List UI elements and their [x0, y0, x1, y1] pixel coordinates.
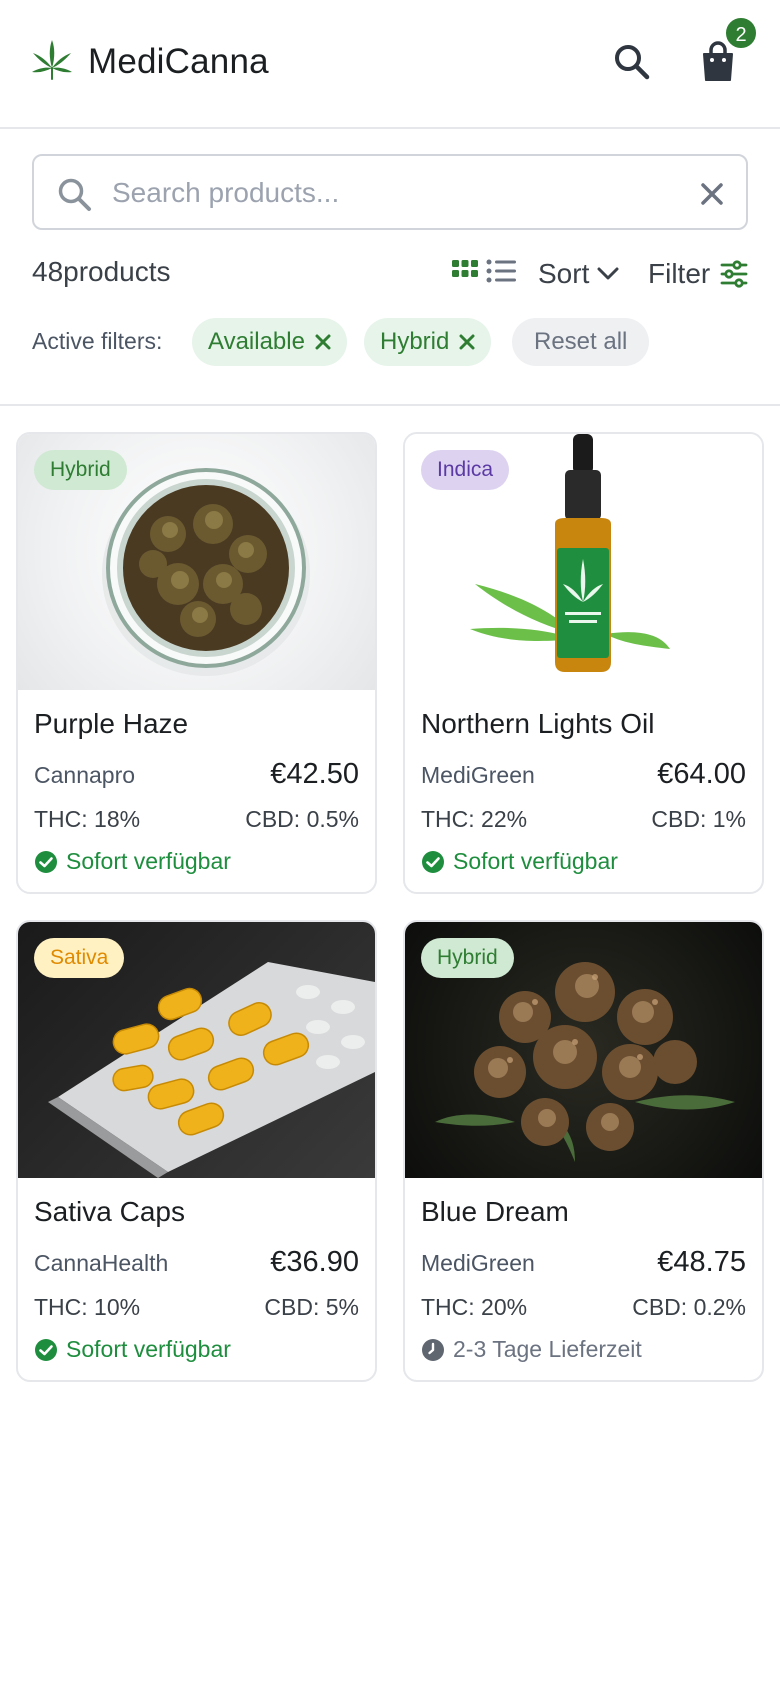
product-card[interactable]: Sativa Sativa Caps CannaHealth €36.90 TH…: [16, 920, 377, 1382]
product-card[interactable]: Indica Northern Lights Oil MediGreen €64…: [403, 432, 764, 894]
product-price: €42.50: [270, 758, 359, 790]
search-input[interactable]: [112, 170, 652, 216]
product-brand: Cannapro: [34, 762, 136, 788]
product-image: Sativa: [18, 922, 375, 1178]
product-image: Hybrid: [18, 434, 375, 690]
chip-label: Available: [208, 328, 305, 355]
thc-value: THC: 10%: [34, 1294, 141, 1320]
sort-button[interactable]: Sort: [538, 256, 619, 292]
chevron-down-icon: [597, 267, 619, 280]
product-card[interactable]: Hybrid Blue Dream MediGreen €48.75 THC: …: [403, 920, 764, 1382]
availability-label: Sofort verfügbar: [66, 848, 231, 874]
thc-value: THC: 20%: [421, 1294, 528, 1320]
check-circle-icon: [35, 1338, 57, 1361]
availability-label: Sofort verfügbar: [66, 1336, 231, 1362]
product-name: Purple Haze: [34, 708, 189, 739]
product-price: €64.00: [657, 758, 746, 790]
active-filters-label: Active filters:: [32, 328, 163, 354]
availability-status: Sofort verfügbar: [34, 1336, 231, 1363]
cbd-value: CBD: 0.5%: [245, 806, 359, 832]
close-icon[interactable]: [698, 180, 726, 208]
chip-label: Hybrid: [380, 328, 450, 355]
filter-chip-available[interactable]: Available: [192, 318, 347, 366]
filter-chip-hybrid[interactable]: Hybrid: [364, 318, 492, 366]
reset-label: Reset all: [534, 328, 628, 355]
cbd-value: CBD: 1%: [651, 806, 746, 832]
reset-all-button[interactable]: Reset all: [512, 318, 650, 366]
cbd-value: CBD: 0.2%: [632, 1294, 746, 1320]
product-name: Sativa Caps: [34, 1196, 185, 1227]
product-image: Indica: [405, 434, 762, 690]
product-name: Northern Lights Oil: [421, 708, 655, 739]
product-price: €48.75: [657, 1246, 746, 1278]
strain-badge: Sativa: [34, 938, 125, 978]
close-icon[interactable]: [315, 334, 331, 350]
product-price: €36.90: [270, 1246, 359, 1278]
product-brand: MediGreen: [421, 1250, 535, 1276]
search-icon[interactable]: [612, 42, 652, 82]
availability-label: Sofort verfügbar: [453, 848, 618, 874]
product-brand: MediGreen: [421, 762, 535, 788]
cbd-value: CBD: 5%: [264, 1294, 359, 1320]
availability-label: 2-3 Tage Lieferzeit: [453, 1336, 642, 1362]
clock-icon: [422, 1338, 444, 1361]
product-card[interactable]: Hybrid Purple Haze Cannapro €42.50 THC: …: [16, 432, 377, 894]
strain-badge: Hybrid: [34, 450, 127, 490]
grid-view-icon[interactable]: [452, 260, 478, 286]
check-circle-icon: [35, 850, 57, 873]
app-title: MediCanna: [88, 42, 269, 81]
product-brand: CannaHealth: [34, 1250, 169, 1276]
strain-badge: Indica: [421, 450, 510, 490]
sort-label: Sort: [538, 258, 590, 289]
filter-label: Filter: [648, 258, 711, 289]
product-count: 48products: [32, 256, 171, 287]
thc-value: THC: 22%: [421, 806, 528, 832]
product-name: Blue Dream: [421, 1196, 569, 1227]
search-icon: [58, 178, 91, 211]
strain-badge: Hybrid: [421, 938, 514, 978]
app-header: MediCanna 2: [0, 0, 780, 129]
search-bar: [32, 154, 748, 230]
sliders-icon: [720, 260, 748, 288]
thc-value: THC: 18%: [34, 806, 141, 832]
close-icon[interactable]: [459, 334, 475, 350]
section-divider: [0, 404, 780, 406]
filter-button[interactable]: Filter: [648, 256, 748, 292]
cannabis-leaf-logo-icon: [32, 40, 72, 80]
list-view-icon[interactable]: [486, 258, 516, 286]
availability-status: Sofort verfügbar: [34, 848, 231, 875]
product-image: Hybrid: [405, 922, 762, 1178]
availability-status: Sofort verfügbar: [421, 848, 618, 875]
availability-status: 2-3 Tage Lieferzeit: [421, 1336, 642, 1363]
cart-count-badge: 2: [724, 16, 758, 50]
check-circle-icon: [422, 850, 444, 873]
